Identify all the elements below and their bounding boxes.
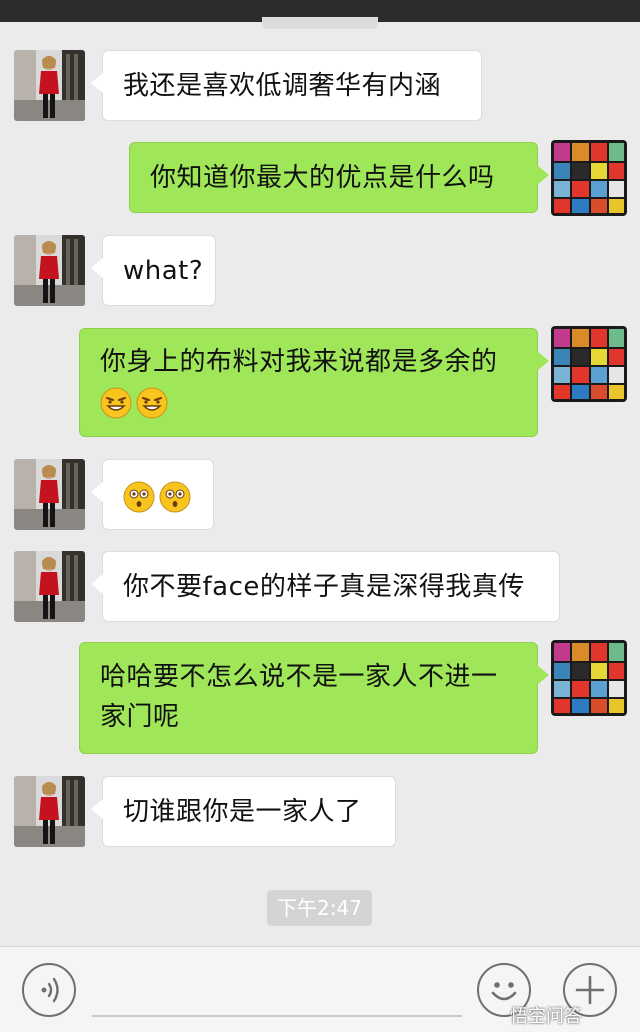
incoming-message-bubble[interactable]: 我还是喜欢低调奢华有内涵 [91,50,482,121]
voice-button[interactable] [22,963,76,1017]
outgoing-message-bubble[interactable]: 你身上的布料对我来说都是多余的 [79,328,549,437]
surprised-face-emoji [123,481,155,513]
message-input[interactable] [92,1015,462,1017]
message-text: 切谁跟你是一家人了 [123,797,362,827]
message-text: 你知道你最大的优点是什么吗 [150,163,495,193]
incoming-message-bubble[interactable]: 你不要face的样子真是深得我真传 [91,551,560,622]
contact-avatar[interactable] [14,459,85,530]
outgoing-message-bubble[interactable]: 哈哈要不怎么说不是一家人不进一家门呢 [79,642,549,754]
message-text: 我还是喜欢低调奢华有内涵 [123,71,442,101]
status-bar [0,0,640,29]
watermark: 悟空问答 [510,1006,582,1027]
grin-face-emoji [100,387,132,419]
incoming-message-bubble[interactable] [91,459,214,530]
incoming-message-bubble[interactable]: what? [91,235,216,306]
grin-face-emoji [136,387,168,419]
input-bar: 悟空问答 [0,946,640,1032]
contact-avatar[interactable] [14,551,85,622]
self-avatar[interactable] [551,326,627,402]
message-text: 你不要face的样子真是深得我真传 [123,572,525,602]
message-text: 哈哈要不怎么说不是一家人不进一家门呢 [100,662,498,732]
contact-avatar[interactable] [14,50,85,121]
surprised-face-emoji [159,481,191,513]
outgoing-message-bubble[interactable]: 你知道你最大的优点是什么吗 [129,142,549,213]
message-text: what? [123,256,204,286]
self-avatar[interactable] [551,640,627,716]
chat-area[interactable]: 我还是喜欢低调奢华有内涵 你知道你最大的优点是什么吗 what? 你身上的布料对… [0,22,640,946]
message-text: 你身上的布料对我来说都是多余的 [100,347,498,377]
self-avatar[interactable] [551,140,627,216]
voice-icon [41,977,59,1003]
contact-avatar[interactable] [14,776,85,847]
contact-avatar[interactable] [14,235,85,306]
timestamp-badge: 下午2:47 [267,890,372,926]
incoming-message-bubble[interactable]: 切谁跟你是一家人了 [91,776,396,847]
